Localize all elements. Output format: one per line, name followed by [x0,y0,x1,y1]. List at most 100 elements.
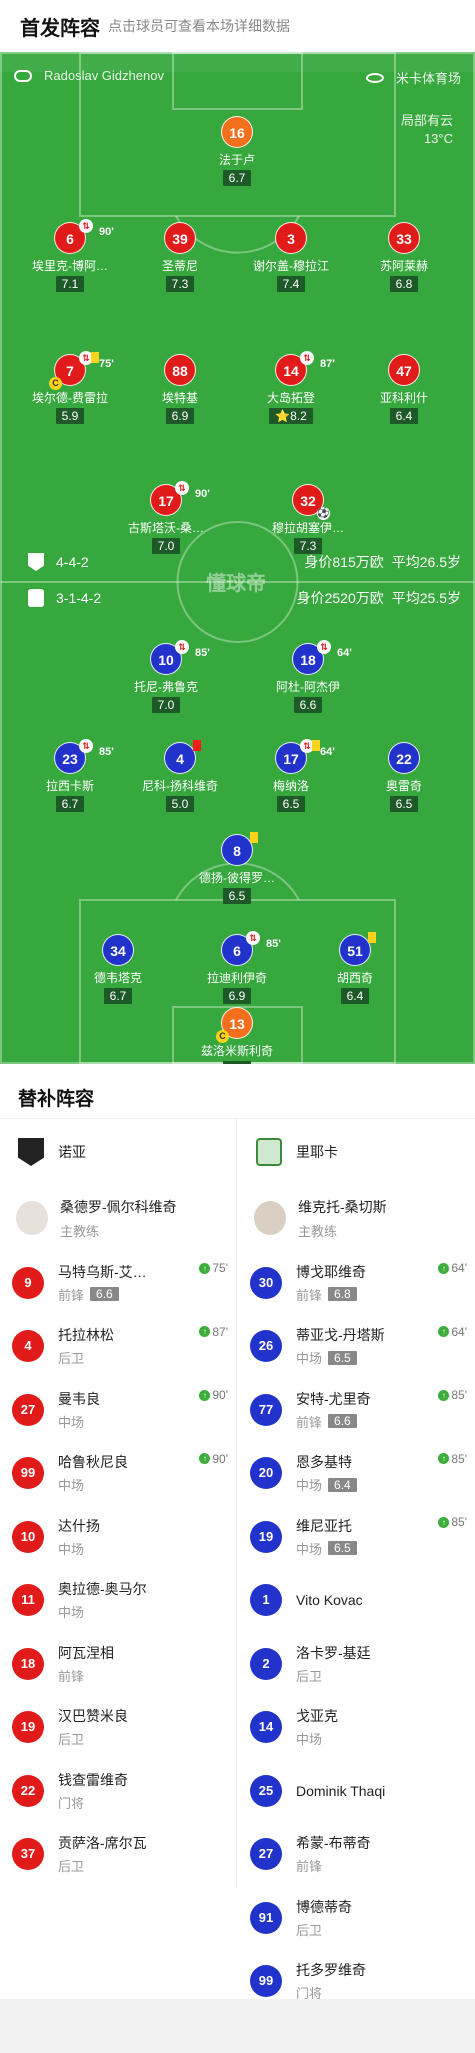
player-marker[interactable]: 3 谢尔盖-穆拉江 7.4 [231,222,351,293]
sub-minute: 85' [99,746,114,758]
sub-player-name: 马特乌斯-艾… [58,1263,147,1280]
sub-on-minute: ↑ 85' [438,1515,467,1529]
sub-player-number: 91 [250,1901,282,1934]
player-rating: 6.4 [340,988,370,1004]
player-marker[interactable]: 18 ⇅ 64' 阿杜-阿杰伊 6.6 [248,640,368,714]
sub-on-icon: ↑ [438,1453,450,1464]
sub-player-row[interactable]: 11 奥拉德-奥马尔 中场 [0,1569,236,1633]
sub-player-name: 托拉林松 [58,1327,114,1344]
player-marker[interactable]: 22 奥雷奇 6.5 [344,742,464,813]
player-rating: 7.1 [55,276,85,292]
sub-player-row[interactable]: 9 马特乌斯-艾… 前锋 6.6 ↑ 75' [0,1251,236,1315]
player-name: 穆拉胡塞伊… [271,521,344,535]
home-team-header[interactable]: 诺亚 [0,1119,236,1185]
away-coach[interactable]: 维克托-桑切斯 主教练 [238,1185,475,1251]
sub-player-name: 博德蒂奇 [296,1898,352,1915]
sub-player-position: 前锋 [58,1668,85,1684]
player-name: 法于卢 [218,153,255,167]
home-subs-column: 诺亚 桑德罗-佩尔科维奇 主教练 9 马特乌斯-艾… 前锋 6.6 ↑ 75' 4 托拉林松后… [0,1119,237,1886]
player-marker[interactable]: 10 ⇅ 85' 托尼-弗鲁克 7.0 [106,640,226,714]
sub-player-name: 达什扬 [58,1517,100,1534]
sub-player-number: 27 [12,1393,44,1426]
player-marker[interactable]: 88 埃特基 6.9 [120,354,240,425]
player-marker[interactable]: 47 亚科利什 6.4 [344,354,464,425]
sub-player-row[interactable]: 14 戈亚克 中场 [238,1696,475,1760]
player-name: 德韦塔克 [93,971,142,985]
player-name: 德扬-彼得罗… [199,871,275,885]
player-number: 16 [221,116,253,148]
player-marker[interactable]: 13C兹洛米斯利奇6.2 [177,1007,297,1064]
sub-player-name: Vito Kovac [296,1592,363,1609]
sub-player-number: 19 [250,1520,282,1553]
sub-player-row[interactable]: 91 博德蒂奇 后卫 [238,1886,475,1950]
player-marker[interactable]: 16 法于卢 6.7 [177,116,297,187]
sub-player-name: 托多罗维奇 [296,1962,366,1979]
red-card-icon [193,740,201,751]
sub-player-row[interactable]: 37 贡萨洛-席尔瓦 后卫 [0,1823,236,1887]
player-number: 3 [275,222,307,254]
sub-player-row[interactable]: 30 博戈耶维奇 前锋 6.8 ↑ 64' [238,1251,475,1315]
player-marker[interactable]: 7 ⇅ 75' C 埃尔德-费雷拉 5.9 [10,351,130,425]
home-team-name: 诺亚 [58,1144,86,1160]
sub-on-minute: ↑ 90' [199,1452,228,1466]
sub-player-row[interactable]: 2 洛卡罗-基廷 后卫 [238,1632,475,1696]
sub-player-row[interactable]: 22 钱查雷维奇 门将 [0,1759,236,1823]
player-marker[interactable]: 39 圣蒂尼 7.3 [120,222,240,293]
home-coach[interactable]: 桑德罗-佩尔科维奇 主教练 [0,1185,236,1251]
page-title: 首发阵容 [20,17,100,40]
player-rating: 7.0 [151,697,181,713]
away-coach-role: 主教练 [298,1223,338,1239]
sub-player-row[interactable]: 1 Vito Kovac [238,1569,475,1633]
sub-on-minute: ↑ 85' [438,1388,467,1402]
player-marker[interactable]: 4 尼科-扬科维奇 5.0 [120,740,240,813]
sub-player-number: 25 [250,1774,282,1807]
sub-off-icon: ⇅ [175,640,189,654]
player-name: 大岛拓登 [266,391,315,405]
sub-player-position: 前锋 [296,1859,323,1875]
sub-player-row[interactable]: 77 安特-尤里奇 前锋 6.6 ↑ 85' [238,1378,475,1442]
player-marker[interactable]: 6 ⇅ 85' 拉迪利伊奇 6.9 [177,931,297,1005]
sub-player-row[interactable]: 27 曼韦良 中场 ↑ 90' [0,1378,236,1442]
sub-player-row[interactable]: 99 哈鲁秋尼良 中场 ↑ 90' [0,1442,236,1506]
sub-player-row[interactable]: 25 Dominik Thaqi [238,1759,475,1823]
player-name: 拉迪利伊奇 [206,971,267,985]
sub-player-number: 14 [250,1711,282,1744]
player-rating: 6.6 [293,697,323,713]
weather-text: 局部有云 [400,113,453,128]
player-marker[interactable]: 34 德韦塔克 6.7 [58,934,178,1005]
sub-player-number: 99 [12,1457,44,1490]
player-rating: 5.9 [55,408,85,424]
player-marker[interactable]: 32 ⚽ 穆拉胡塞伊… 7.3 [248,484,368,555]
subs-section: 诺亚 桑德罗-佩尔科维奇 主教练 9 马特乌斯-艾… 前锋 6.6 ↑ 75' 4 托拉林松后… [0,1118,475,2001]
away-team-logo-icon [256,1138,282,1166]
sub-player-name: 洛卡罗-基廷 [296,1644,371,1661]
away-age: 平均25.5岁 [391,590,461,606]
sub-player-row[interactable]: 4 托拉林松 后卫 ↑ 87' [0,1315,236,1379]
player-rating: 7.4 [276,276,306,292]
sub-player-row[interactable]: 20 恩多基特 中场 6.4 ↑ 85' [238,1442,475,1506]
sub-player-name: 戈亚克 [296,1708,338,1725]
away-team-header[interactable]: 里耶卡 [238,1119,475,1185]
player-number: 18 ⇅ 64' [292,640,352,675]
player-marker[interactable]: 17 ⇅ 64' 梅纳洛 6.5 [231,739,351,813]
captain-icon: C [49,377,62,390]
player-marker[interactable]: 51 胡西奇 6.4 [295,932,415,1005]
sub-player-number: 11 [12,1584,44,1617]
sub-player-row[interactable]: 10 达什扬 中场 [0,1505,236,1569]
player-number: 7 ⇅ 75' C [49,351,114,390]
sub-player-row[interactable]: 26 蒂亚戈-丹塔斯 中场 6.5 ↑ 64' [238,1315,475,1379]
player-marker[interactable]: 8 德扬-彼得罗… 6.5 [177,832,297,905]
player-marker[interactable]: 17 ⇅ 90' 古斯塔沃-桑… 7.0 [106,481,226,555]
player-marker[interactable]: 33 苏阿莱赫 6.8 [344,222,464,293]
sub-player-row[interactable]: 19 汉巴赞米良 后卫 [0,1696,236,1760]
sub-player-name: 维尼亚托 [296,1517,352,1534]
player-marker[interactable]: 6 ⇅ 90' 埃里克-博阿… 7.1 [10,219,130,293]
sub-player-row[interactable]: 19 维尼亚托 中场 6.5 ↑ 85' [238,1505,475,1569]
player-rating: 6.8 [389,276,419,292]
player-marker[interactable]: 14 ⇅ 87' 大岛拓登 ⭐8.2 [231,351,351,425]
sub-player-row[interactable]: 27 希蒙-布蒂奇 前锋 [238,1823,475,1887]
sub-player-row[interactable]: 18 阿瓦涅相 前锋 [0,1632,236,1696]
player-name: 谢尔盖-穆拉江 [253,259,329,273]
player-marker[interactable]: 23 ⇅ 85' 拉西卡斯 6.7 [10,739,130,813]
home-age: 平均26.5岁 [391,554,461,570]
